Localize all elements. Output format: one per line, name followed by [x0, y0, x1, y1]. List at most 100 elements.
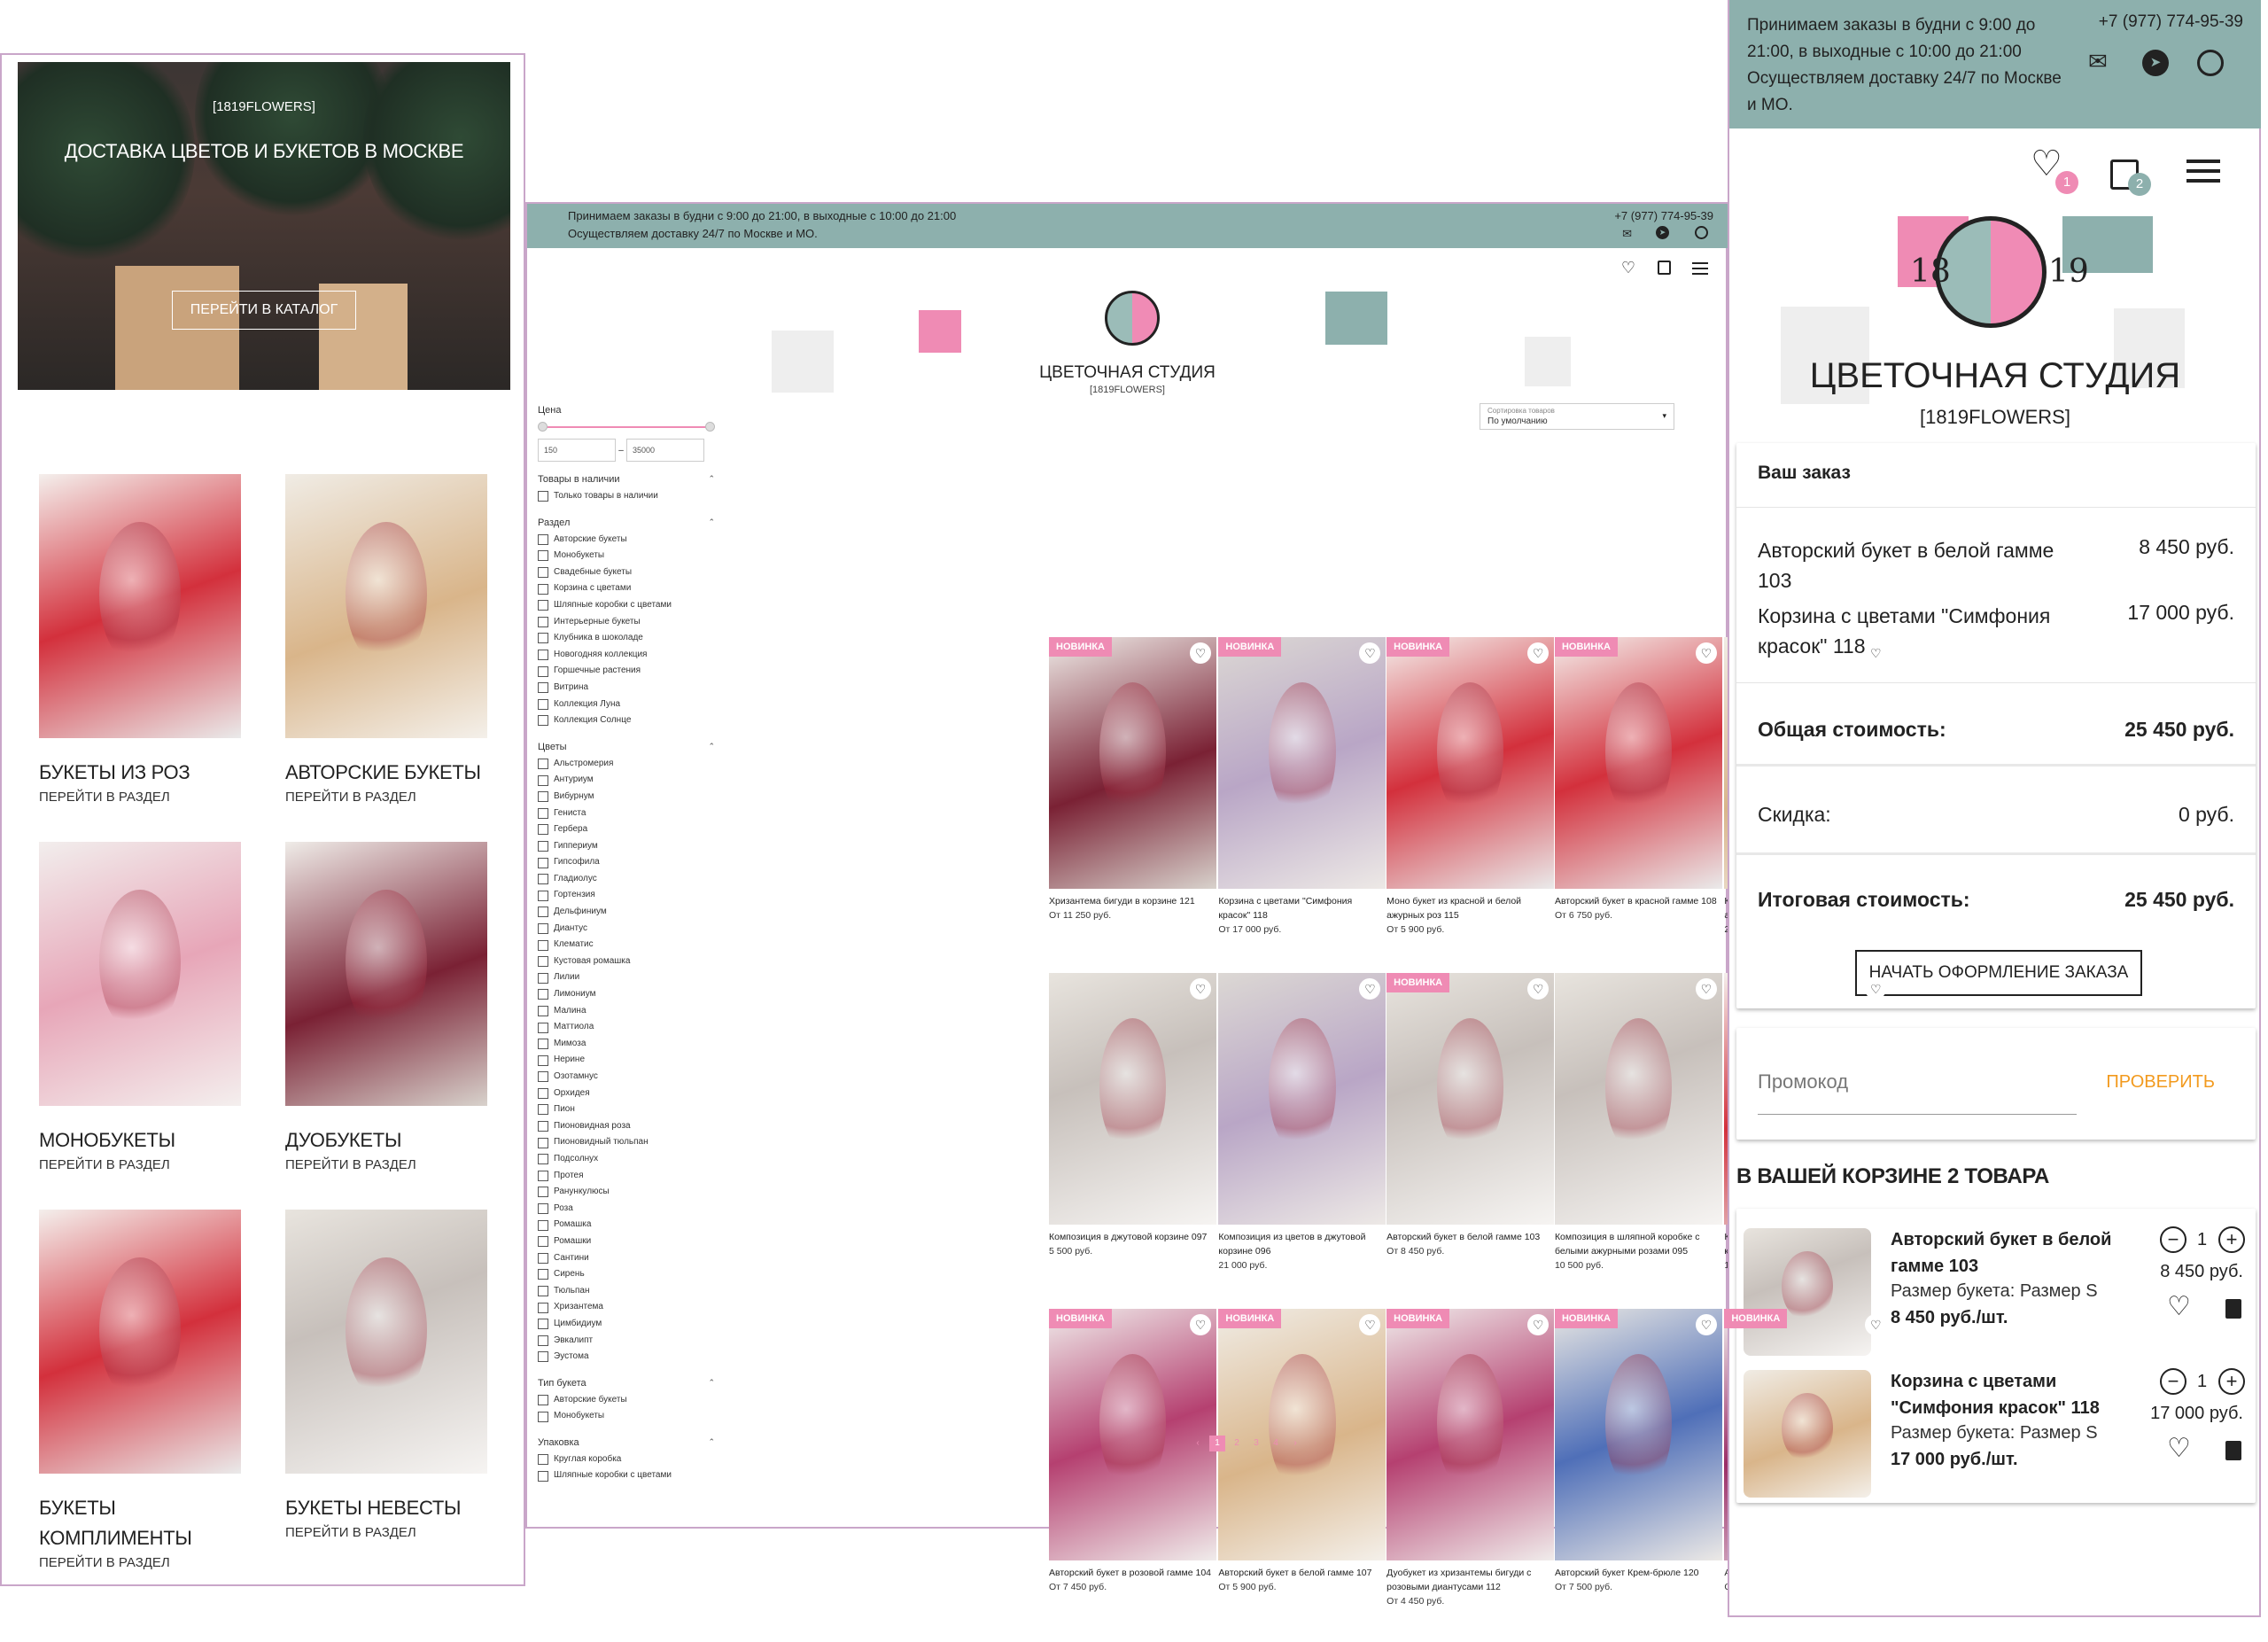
checkbox[interactable]: [538, 1454, 548, 1466]
pagination-page[interactable]: 3: [1248, 1436, 1264, 1451]
filter-checkbox[interactable]: Нерине: [538, 1052, 715, 1069]
checkbox[interactable]: [538, 1252, 548, 1264]
category-image[interactable]: [285, 842, 487, 1106]
filter-checkbox[interactable]: Шляпные коробки с цветами: [538, 1467, 715, 1484]
pagination-next[interactable]: ›: [1287, 1436, 1303, 1451]
favorite-heart-icon[interactable]: ♡: [1695, 1314, 1717, 1336]
checkbox[interactable]: [538, 807, 548, 819]
menu-icon[interactable]: [1692, 262, 1708, 275]
filter-checkbox[interactable]: Гладиолус: [538, 871, 715, 888]
filter-checkbox[interactable]: Цимбидиум: [538, 1316, 715, 1333]
category-compliment[interactable]: БУКЕТЫ КОМПЛИМЕНТЫ ПЕРЕЙТИ В РАЗДЕЛ: [39, 1210, 243, 1570]
pagination-page[interactable]: 1: [1209, 1436, 1225, 1451]
decrease-button[interactable]: −: [2160, 1368, 2186, 1395]
category-image[interactable]: [39, 1210, 241, 1474]
favorite-heart-icon[interactable]: ♡: [1527, 1314, 1550, 1336]
checkbox[interactable]: [538, 791, 548, 803]
checkbox[interactable]: [538, 1470, 548, 1482]
category-title[interactable]: МОНОБУКЕТЫ: [39, 1125, 243, 1156]
filter-checkbox[interactable]: Мимоза: [538, 1036, 715, 1053]
filter-checkbox[interactable]: Гипсофила: [538, 854, 715, 871]
filter-checkbox[interactable]: Новогодняя коллекция: [538, 647, 715, 664]
checkbox[interactable]: [538, 922, 548, 934]
filter-checkbox[interactable]: Клубника в шоколаде: [538, 630, 715, 647]
category-title[interactable]: БУКЕТЫ НЕВЕСТЫ: [285, 1493, 489, 1523]
category-bride[interactable]: БУКЕТЫ НЕВЕСТЫ ПЕРЕЙТИ В РАЗДЕЛ: [285, 1210, 489, 1540]
filter-checkbox[interactable]: Ромашка: [538, 1217, 715, 1233]
heart-icon[interactable]: ♡: [1621, 259, 1635, 277]
product-card[interactable]: ♡ Композиция в шляпной коробке с белыми а…: [1554, 973, 1722, 1272]
checkbox[interactable]: [538, 1411, 548, 1422]
filter-checkbox[interactable]: Сантини: [538, 1250, 715, 1267]
product-image[interactable]: ♡: [1049, 973, 1216, 1226]
product-card[interactable]: ♡ Композиция в джутовой корзине 097 5 500 …: [1049, 973, 1216, 1258]
filter-checkbox[interactable]: Свадебные букеты: [538, 564, 715, 581]
whatsapp-icon[interactable]: [1695, 226, 1708, 239]
checkbox[interactable]: [538, 972, 548, 984]
checkbox[interactable]: [538, 650, 548, 661]
favorite-heart-icon[interactable]: ♡: [1190, 1314, 1211, 1336]
filter-checkbox[interactable]: Эустома: [538, 1349, 715, 1366]
promo-check-button[interactable]: ПРОВЕРИТЬ: [2106, 1072, 2215, 1093]
filter-checkbox[interactable]: Гиппериум: [538, 838, 715, 855]
checkbox[interactable]: [538, 890, 548, 901]
checkbox[interactable]: [538, 567, 548, 579]
checkbox[interactable]: [538, 1394, 548, 1405]
filter-checkbox[interactable]: Клематис: [538, 937, 715, 953]
pagination-page[interactable]: 4: [1268, 1436, 1284, 1451]
decrease-button[interactable]: −: [2160, 1226, 2186, 1253]
checkbox[interactable]: [538, 1137, 548, 1148]
category-title[interactable]: АВТОРСКИЕ БУКЕТЫ: [285, 758, 489, 788]
product-card[interactable]: НОВИНКА ♡ Авторский букет Крем-брюле 120 От…: [1554, 1309, 1722, 1594]
category-link[interactable]: ПЕРЕЙТИ В РАЗДЕЛ: [285, 1157, 489, 1172]
checkbox[interactable]: [538, 1022, 548, 1033]
product-image[interactable]: НОВИНКА ♡: [1049, 637, 1216, 890]
checkbox[interactable]: [538, 956, 548, 968]
checkbox[interactable]: [538, 1054, 548, 1066]
product-card[interactable]: НОВИНКА ♡ Авторский букет в красной гамме …: [1554, 637, 1722, 922]
filter-checkbox[interactable]: Тюльпан: [538, 1283, 715, 1300]
category-title[interactable]: БУКЕТЫ КОМПЛИМЕНТЫ: [39, 1493, 243, 1553]
checkbox[interactable]: [538, 533, 548, 545]
cart-item-name[interactable]: Авторский букет в белой гамме 103: [1891, 1226, 2121, 1280]
price-slider[interactable]: [538, 419, 715, 435]
product-image[interactable]: ♡: [1554, 973, 1722, 1226]
product-image[interactable]: ♡: [1218, 973, 1386, 1226]
checkbox[interactable]: [538, 840, 548, 852]
mail-icon[interactable]: ✉: [2088, 48, 2108, 75]
checkbox[interactable]: [538, 1351, 548, 1363]
filter-group-title[interactable]: Упаковка ⌃: [538, 1437, 715, 1448]
increase-button[interactable]: +: [2218, 1226, 2245, 1253]
chevron-up-icon[interactable]: ⌃: [708, 518, 715, 527]
checkbox[interactable]: [538, 1236, 548, 1248]
catalog-button[interactable]: ПЕРЕЙТИ В КАТАЛОГ: [172, 291, 356, 330]
product-card[interactable]: НОВИНКА ♡ Моно букет из красной и белой аж…: [1386, 637, 1555, 937]
product-name[interactable]: Авторский букет в белой гамме 107: [1218, 1566, 1386, 1580]
filter-checkbox[interactable]: Орхидея: [538, 1086, 715, 1102]
menu-icon[interactable]: [2186, 160, 2220, 183]
product-name[interactable]: Дуобукет из хризантемы бигуди с розовыми…: [1386, 1566, 1554, 1594]
category-roses[interactable]: БУКЕТЫ ИЗ РОЗ ПЕРЕЙТИ В РАЗДЕЛ: [39, 474, 243, 805]
product-card[interactable]: НОВИНКА ♡ Авторский букет в белой гамме 10…: [1218, 1309, 1386, 1594]
increase-button[interactable]: +: [2218, 1368, 2245, 1395]
product-image[interactable]: НОВИНКА ♡: [1386, 637, 1555, 890]
favorite-heart-icon[interactable]: ♡: [1527, 978, 1550, 1000]
product-image[interactable]: НОВИНКА ♡: [1386, 1309, 1555, 1561]
checkbox[interactable]: [538, 1335, 548, 1346]
cart-item-image[interactable]: [1744, 1228, 1871, 1356]
heart-icon[interactable]: ♡: [2167, 1294, 2191, 1320]
filter-checkbox[interactable]: Протея: [538, 1168, 715, 1185]
filter-checkbox[interactable]: Эвкалипт: [538, 1333, 715, 1350]
checkbox[interactable]: [538, 1039, 548, 1050]
product-name[interactable]: Авторский букет в красной гамме 108: [1555, 894, 1722, 908]
category-title[interactable]: БУКЕТЫ ИЗ РОЗ: [39, 758, 243, 788]
checkbox[interactable]: [538, 491, 548, 502]
favorite-heart-icon[interactable]: ♡: [1527, 642, 1550, 665]
category-link[interactable]: ПЕРЕЙТИ В РАЗДЕЛ: [285, 790, 489, 805]
product-name[interactable]: Авторский букет в розовой гамме 104: [1049, 1566, 1216, 1580]
product-image[interactable]: НОВИНКА ♡: [1218, 637, 1386, 890]
product-name[interactable]: Корзина с цветами "Симфония красок" 118: [1218, 894, 1386, 922]
filter-checkbox[interactable]: Диантус: [538, 921, 715, 938]
checkbox[interactable]: [538, 1187, 548, 1198]
product-name[interactable]: Моно букет из красной и белой ажурных ро…: [1386, 894, 1554, 922]
